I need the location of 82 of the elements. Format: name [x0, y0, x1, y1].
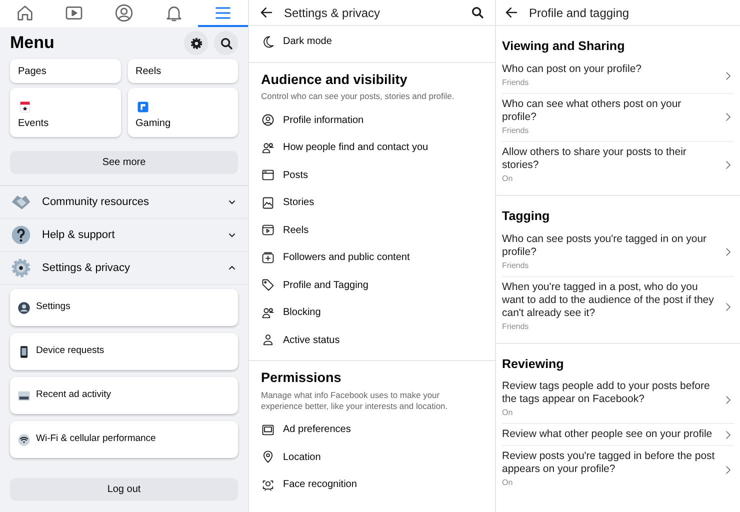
- play-icon: [261, 223, 275, 238]
- setting-row[interactable]: Who can see what others post on your profile? Friends: [502, 94, 734, 142]
- person-icon: [17, 300, 31, 314]
- section-row[interactable]: Community resources: [0, 186, 248, 219]
- screen-title: Settings & privacy: [284, 4, 382, 22]
- settings-row[interactable]: Blocking: [249, 298, 495, 326]
- monitor-icon: [17, 388, 31, 402]
- setting-value: Friends: [502, 320, 530, 332]
- settings-row[interactable]: Dark mode: [249, 28, 495, 56]
- search-icon: [218, 36, 234, 50]
- settings-row[interactable]: Followers and public content: [249, 244, 495, 272]
- settings-item[interactable]: Settings: [10, 289, 238, 326]
- settings-row[interactable]: Profile and Tagging: [249, 271, 495, 299]
- plus-box-icon: [261, 250, 275, 265]
- menu-title: Menu: [10, 32, 56, 54]
- settings-row[interactable]: Active status: [249, 326, 495, 354]
- back-arrow-icon: [259, 5, 274, 20]
- shortcut-card[interactable]: Pages: [10, 59, 120, 83]
- home-icon: [14, 2, 35, 22]
- screen-title: Profile and tagging: [529, 4, 630, 22]
- settings-item[interactable]: Device requests: [10, 333, 238, 370]
- section-heading: Permissions: [260, 370, 342, 387]
- section-row[interactable]: Help & support: [0, 219, 248, 252]
- face-scan-icon: [261, 478, 275, 492]
- settings-row[interactable]: Posts: [249, 161, 495, 189]
- settings-icon: [188, 36, 204, 50]
- setting-value: On: [502, 477, 514, 490]
- settings-row[interactable]: How people find and contact you: [249, 134, 495, 162]
- see-more-button[interactable]: See more: [10, 151, 238, 174]
- tag-icon: [261, 278, 275, 292]
- location-pin-icon: [261, 450, 275, 464]
- settings-item[interactable]: Wi-Fi & cellular performance: [10, 421, 238, 458]
- section-heading: Audience and visibility: [260, 72, 408, 88]
- search-button[interactable]: [470, 5, 485, 20]
- wifi-icon: [17, 432, 31, 446]
- setting-row[interactable]: When you're tagged in a post, who do you want to add to the audience of the post if they can't already see it? Friends: [502, 276, 734, 336]
- setting-row[interactable]: Who can post on your profile? Friends: [502, 58, 734, 94]
- setting-row[interactable]: Review what other people see on your profile: [502, 424, 734, 446]
- monitor-icon: [261, 422, 275, 436]
- settings-row[interactable]: Stories: [249, 188, 495, 216]
- section-heading: Tagging: [502, 208, 551, 225]
- shortcut-card[interactable]: Events: [10, 88, 120, 137]
- image-icon: [261, 196, 275, 210]
- back-button[interactable]: [504, 5, 519, 20]
- settings-item[interactable]: Recent ad activity: [10, 377, 238, 414]
- section-description: Control who can see your posts, stories and profile.: [260, 91, 456, 102]
- settings-row[interactable]: Profile information: [249, 106, 495, 134]
- section-row[interactable]: Settings & privacy: [0, 252, 248, 285]
- setting-value: On: [502, 407, 514, 420]
- settings-row[interactable]: Location: [249, 443, 495, 471]
- calendar-icon: [18, 100, 32, 114]
- shortcut-card[interactable]: Reels: [128, 59, 238, 83]
- setting-value: Friends: [502, 124, 530, 137]
- help-icon: [10, 224, 32, 246]
- section-heading: Viewing and Sharing: [502, 38, 626, 55]
- setting-row[interactable]: Review tags people add to your posts before the tags appear on Facebook? On: [502, 376, 734, 424]
- setting-value: On: [502, 172, 514, 185]
- settings-button[interactable]: [184, 31, 208, 55]
- back-button[interactable]: [259, 5, 274, 20]
- settings-row[interactable]: Reels: [249, 216, 495, 244]
- post-icon: [261, 168, 275, 182]
- section-heading: Reviewing: [502, 356, 565, 373]
- search-icon: [470, 5, 485, 20]
- search-button[interactable]: [214, 31, 238, 55]
- setting-value: Friends: [502, 260, 530, 272]
- back-arrow-icon: [504, 5, 519, 20]
- person-icon: [261, 113, 275, 128]
- section-description: Manage what info Facebook uses to make your experience better, like your interests and location.: [260, 390, 449, 412]
- profile-icon: [114, 2, 134, 22]
- setting-row[interactable]: Review posts you're tagged in before the post appears on your profile? On: [502, 446, 734, 494]
- log-out-button[interactable]: Log out: [10, 478, 238, 501]
- setting-value: Friends: [502, 76, 530, 89]
- person-icon: [261, 333, 275, 348]
- gear-icon: [10, 257, 32, 279]
- settings-row[interactable]: Ad preferences: [249, 416, 495, 444]
- setting-row[interactable]: Who can see posts you're tagged in on your profile? Friends: [502, 228, 734, 276]
- moon-icon: [261, 34, 275, 49]
- people-icon: [261, 306, 275, 320]
- shortcut-card[interactable]: Gaming: [128, 88, 238, 137]
- people-icon: [261, 140, 275, 155]
- settings-row[interactable]: Face recognition: [249, 470, 495, 498]
- setting-row[interactable]: Allow others to share your posts to their stories? On: [502, 142, 734, 189]
